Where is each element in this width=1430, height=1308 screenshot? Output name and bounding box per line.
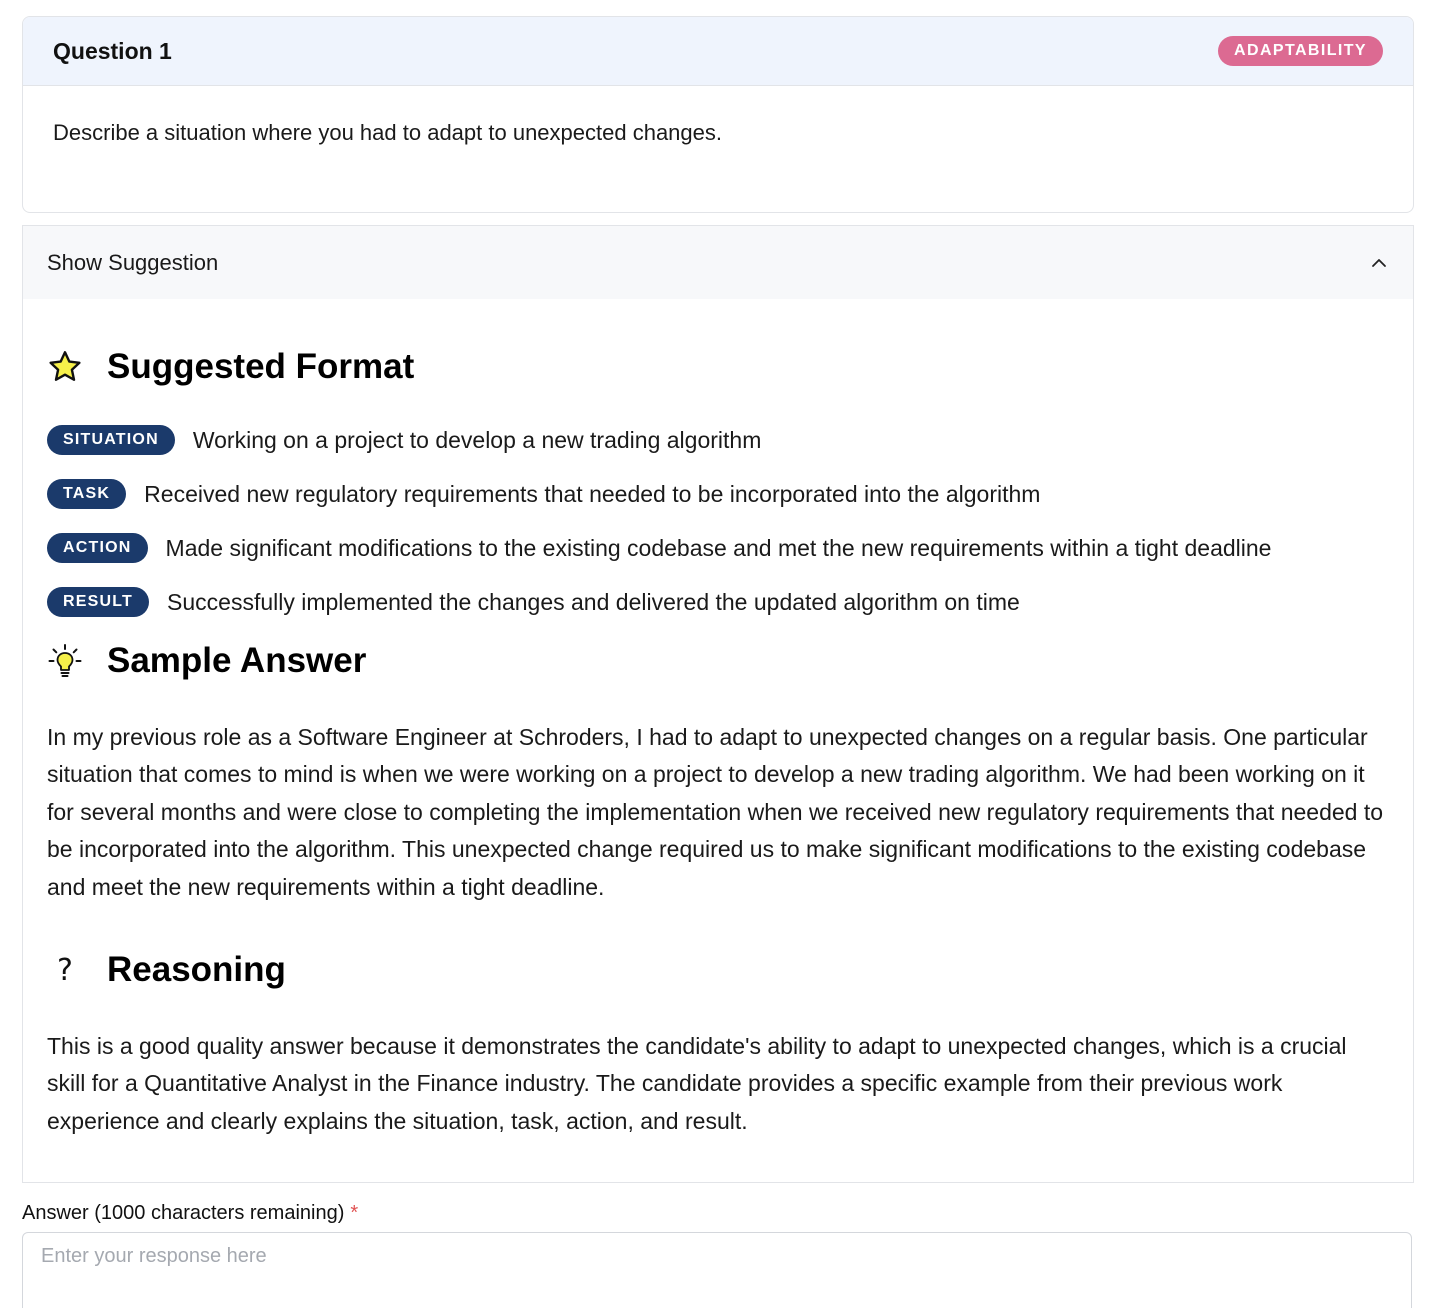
suggested-format-title: Suggested Format bbox=[107, 347, 415, 386]
action-tag: ACTION bbox=[47, 533, 148, 563]
situation-tag: SITUATION bbox=[47, 425, 175, 455]
task-text: Received new regulatory requirements tha… bbox=[144, 480, 1041, 507]
sample-answer-heading: Sample Answer bbox=[47, 641, 1389, 681]
star-row-situation: SITUATION Working on a project to develo… bbox=[47, 425, 1389, 455]
required-asterisk: * bbox=[350, 1202, 359, 1224]
reasoning-title: Reasoning bbox=[107, 950, 286, 990]
answer-label-text: Answer (1000 characters remaining) bbox=[22, 1202, 345, 1224]
sample-answer-text: In my previous role as a Software Engine… bbox=[47, 724, 1384, 900]
lightbulb-icon bbox=[47, 643, 83, 679]
answer-label: Answer (1000 characters remaining) * bbox=[22, 1202, 358, 1225]
star-row-result: RESULT Successfully implemented the chan… bbox=[47, 587, 1389, 617]
reasoning-text: This is a good quality answer because it… bbox=[47, 1033, 1347, 1134]
result-tag: RESULT bbox=[47, 587, 150, 617]
task-tag: TASK bbox=[47, 479, 127, 509]
suggestion-panel: Show Suggestion Suggested Format SITUATI… bbox=[22, 225, 1414, 1183]
category-badge: ADAPTABILITY bbox=[1218, 36, 1383, 66]
show-suggestion-toggle[interactable]: Show Suggestion bbox=[23, 226, 1413, 299]
question-header: Question 1 ADAPTABILITY bbox=[23, 17, 1413, 86]
star-format-list: SITUATION Working on a project to develo… bbox=[47, 425, 1389, 617]
answer-textarea[interactable] bbox=[22, 1232, 1412, 1308]
question-card: Question 1 ADAPTABILITY Describe a situa… bbox=[22, 16, 1414, 213]
result-text: Successfully implemented the changes and… bbox=[167, 588, 1020, 615]
star-row-task: TASK Received new regulatory requirement… bbox=[47, 479, 1389, 509]
question-title: Question 1 bbox=[53, 37, 172, 64]
page: Question 1 ADAPTABILITY Describe a situa… bbox=[0, 0, 1430, 1308]
chevron-up-icon[interactable] bbox=[1369, 253, 1389, 273]
situation-text: Working on a project to develop a new tr… bbox=[192, 426, 762, 453]
reasoning-heading: ? Reasoning bbox=[47, 950, 1389, 990]
question-text: Describe a situation where you had to ad… bbox=[53, 120, 723, 145]
suggestion-body: Suggested Format SITUATION Working on a … bbox=[23, 347, 1413, 1140]
action-text: Made significant modifications to the ex… bbox=[165, 534, 1272, 561]
star-row-action: ACTION Made significant modifications to… bbox=[47, 533, 1389, 563]
question-mark-glyph: ? bbox=[57, 952, 73, 988]
question-mark-icon: ? bbox=[47, 952, 83, 988]
star-icon bbox=[47, 349, 83, 385]
suggested-format-heading: Suggested Format bbox=[47, 347, 1389, 387]
sample-answer-title: Sample Answer bbox=[107, 641, 367, 680]
show-suggestion-label: Show Suggestion bbox=[47, 249, 219, 275]
